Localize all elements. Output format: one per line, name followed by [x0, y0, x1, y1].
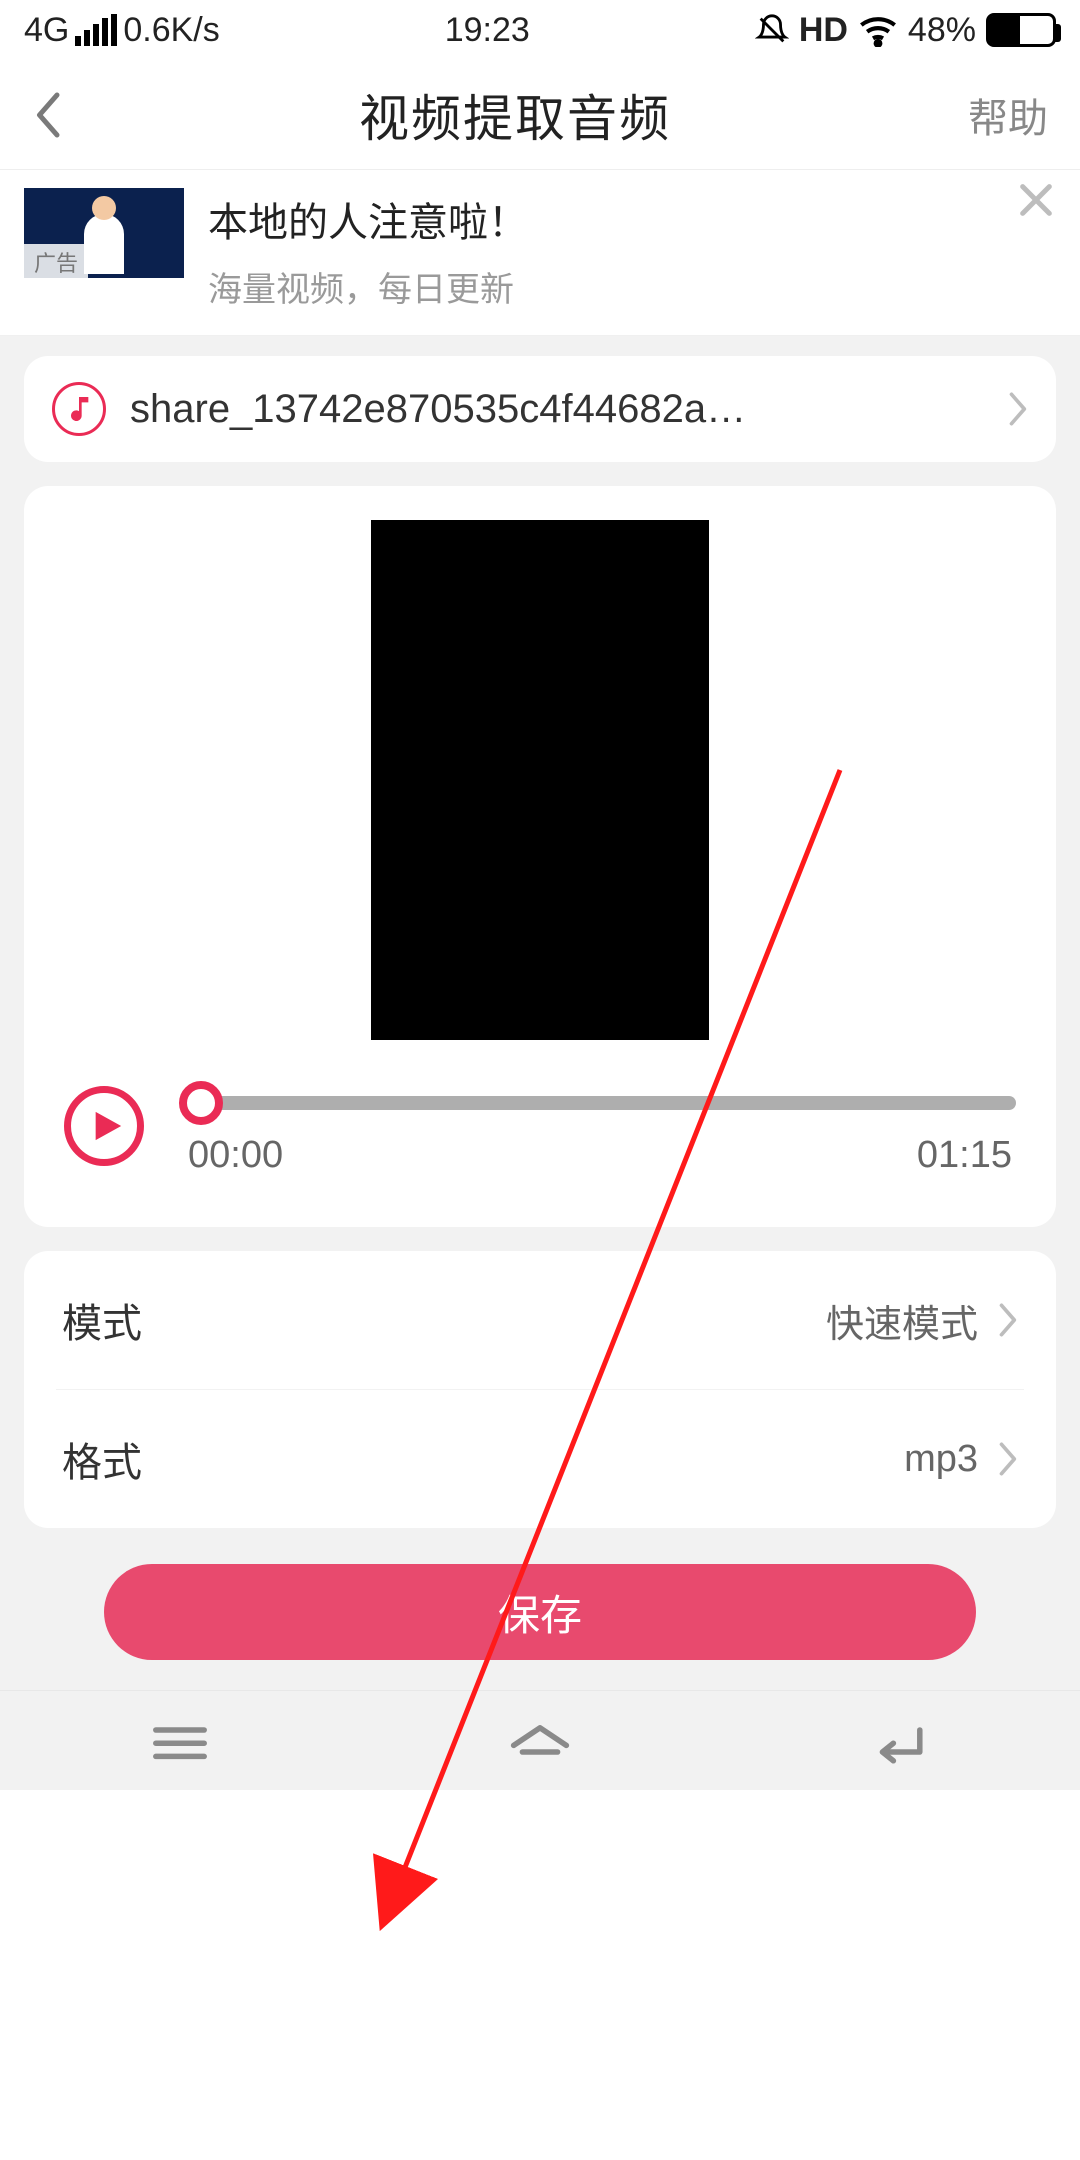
ad-banner[interactable]: 广告 本地的人注意啦！ 海量视频，每日更新: [0, 170, 1080, 336]
chevron-right-icon: [996, 1301, 1018, 1339]
recent-apps-icon[interactable]: [147, 1716, 213, 1766]
battery-icon: [986, 13, 1056, 47]
home-icon[interactable]: [507, 1716, 573, 1766]
mode-label: 模式: [62, 1291, 142, 1349]
save-button[interactable]: 保存: [104, 1564, 976, 1660]
format-value: mp3: [904, 1438, 978, 1481]
close-icon[interactable]: [1016, 180, 1056, 220]
time-current: 00:00: [188, 1134, 283, 1177]
seek-bar[interactable]: [184, 1096, 1016, 1110]
ad-thumbnail: 广告: [24, 188, 184, 278]
signal-icon: [75, 14, 117, 46]
play-button[interactable]: [64, 1086, 144, 1166]
video-preview[interactable]: [371, 520, 709, 1040]
format-label: 格式: [62, 1430, 142, 1488]
file-name: share_13742e870535c4f44682a…: [130, 387, 982, 432]
hd-label: HD: [799, 11, 848, 50]
system-nav-bar: [0, 1690, 1080, 1790]
chevron-right-icon: [996, 1440, 1018, 1478]
clock: 19:23: [445, 11, 530, 50]
file-row[interactable]: share_13742e870535c4f44682a…: [24, 356, 1056, 462]
music-icon: [52, 382, 106, 436]
setting-mode[interactable]: 模式 快速模式: [56, 1251, 1024, 1389]
video-preview-card: 00:00 01:15: [24, 486, 1056, 1227]
page-title: 视频提取音频: [62, 79, 968, 151]
app-header: 视频提取音频 帮助: [0, 60, 1080, 170]
mode-value: 快速模式: [826, 1293, 978, 1348]
time-duration: 01:15: [917, 1134, 1012, 1177]
back-nav-icon[interactable]: [867, 1716, 933, 1766]
mute-icon: [755, 13, 789, 47]
status-bar: 4G 0.6K/s 19:23 HD 48%: [0, 0, 1080, 60]
chevron-right-icon: [1006, 390, 1028, 428]
setting-format[interactable]: 格式 mp3: [56, 1389, 1024, 1528]
back-icon[interactable]: [32, 90, 62, 140]
ad-title: 本地的人注意啦！: [208, 190, 1056, 248]
network-type: 4G: [24, 11, 69, 50]
settings-card: 模式 快速模式 格式 mp3: [24, 1251, 1056, 1528]
seek-thumb[interactable]: [179, 1081, 223, 1125]
ad-badge: 广告: [24, 244, 88, 280]
ad-subtitle: 海量视频，每日更新: [208, 262, 1056, 311]
help-button[interactable]: 帮助: [968, 86, 1048, 144]
wifi-icon: [858, 13, 898, 47]
data-speed: 0.6K/s: [123, 11, 219, 50]
battery-pct: 48%: [908, 11, 976, 50]
